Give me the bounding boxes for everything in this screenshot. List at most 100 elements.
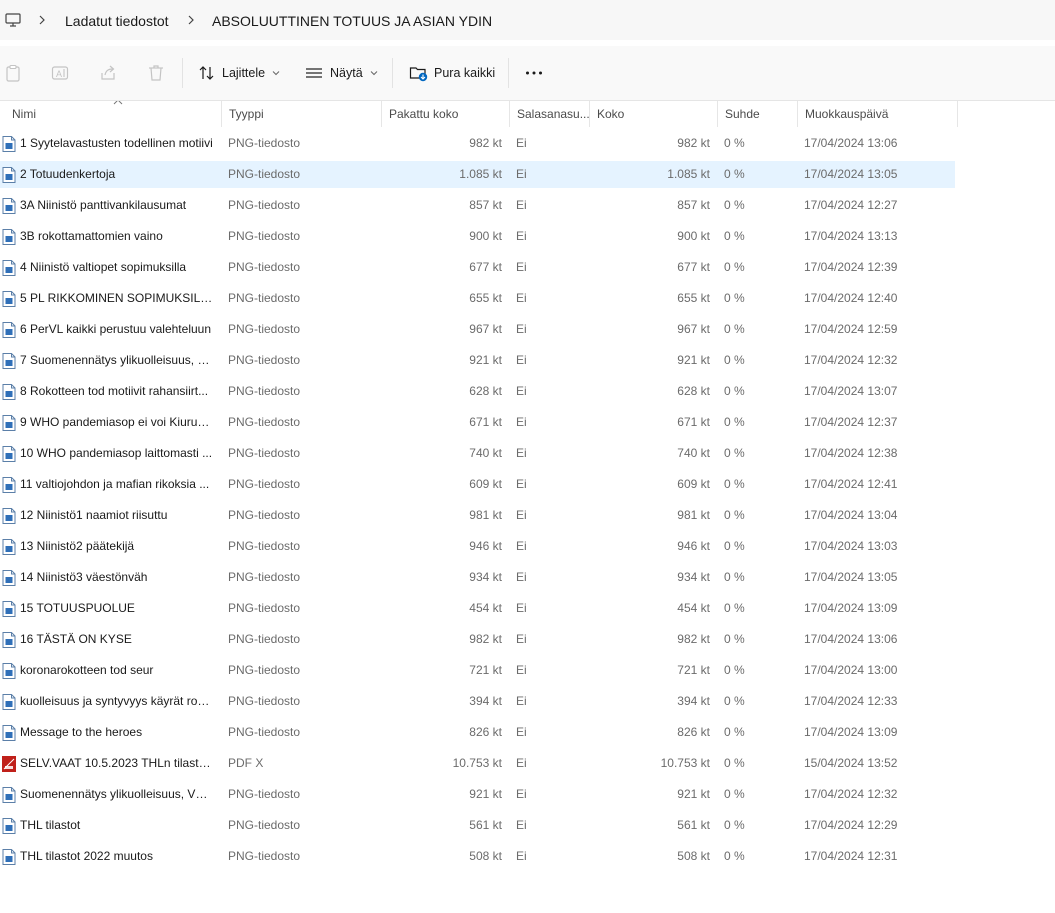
column-header-size[interactable]: Koko bbox=[590, 101, 718, 127]
chevron-right-icon bbox=[39, 15, 45, 25]
file-name: 8 Rokotteen tod motiivit rahansiirt... bbox=[20, 384, 209, 398]
file-password-protected: Ei bbox=[516, 446, 527, 460]
view-label: Näytä bbox=[330, 66, 363, 80]
file-row[interactable]: 8 Rokotteen tod motiivit rahansiirt... PN… bbox=[0, 378, 955, 405]
file-row[interactable]: koronarokotteen tod seur PNG-tiedosto 721 … bbox=[0, 657, 955, 684]
file-row[interactable]: 13 Niinistö2 päätekijä PNG-tiedosto 946 kt… bbox=[0, 533, 955, 560]
file-modified: 17/04/2024 12:39 bbox=[804, 260, 898, 274]
file-password-protected: Ei bbox=[516, 756, 527, 770]
file-size: 967 kt bbox=[677, 322, 710, 336]
file-size: 677 kt bbox=[677, 260, 710, 274]
file-size: 721 kt bbox=[677, 663, 710, 677]
file-row[interactable]: THL tilastot 2022 muutos PNG-tiedosto 508 … bbox=[0, 843, 955, 870]
file-row[interactable]: SELV.VAAT 10.5.2023 THLn tilastot ... PDF… bbox=[0, 750, 955, 777]
file-size: 826 kt bbox=[677, 725, 710, 739]
file-row[interactable]: 11 valtiojohdon ja mafian rikoksia ... PN… bbox=[0, 471, 955, 498]
file-modified: 17/04/2024 13:07 bbox=[804, 384, 898, 398]
file-row[interactable]: 9 WHO pandemiasop ei voi Kiuru+... PNG-ti… bbox=[0, 409, 955, 436]
png-file-icon bbox=[2, 136, 16, 152]
breadcrumb-item-downloads[interactable]: Ladatut tiedostot bbox=[65, 13, 169, 29]
file-modified: 17/04/2024 12:31 bbox=[804, 849, 898, 863]
file-packed-size: 921 kt bbox=[469, 353, 502, 367]
sort-button[interactable]: Lajittele bbox=[198, 64, 280, 82]
file-packed-size: 857 kt bbox=[469, 198, 502, 212]
this-pc-icon[interactable] bbox=[5, 12, 21, 28]
file-size: 982 kt bbox=[677, 632, 710, 646]
file-ratio: 0 % bbox=[724, 694, 745, 708]
file-type: PNG-tiedosto bbox=[228, 508, 301, 522]
file-ratio: 0 % bbox=[724, 570, 745, 584]
file-modified: 17/04/2024 12:33 bbox=[804, 694, 898, 708]
share-icon[interactable] bbox=[99, 64, 117, 82]
file-row[interactable]: 3B rokottamattomien vaino PNG-tiedosto 900… bbox=[0, 223, 955, 250]
file-type: PNG-tiedosto bbox=[228, 818, 301, 832]
file-password-protected: Ei bbox=[516, 570, 527, 584]
column-header-type[interactable]: Tyyppi bbox=[222, 101, 382, 127]
breadcrumb-item-current-folder[interactable]: ABSOLUUTTINEN TOTUUS JA ASIAN YDIN bbox=[212, 13, 492, 29]
file-row[interactable]: 16 TÄSTÄ ON KYSE PNG-tiedosto 982 kt Ei 982 … bbox=[0, 626, 955, 653]
file-password-protected: Ei bbox=[516, 198, 527, 212]
file-password-protected: Ei bbox=[516, 322, 527, 336]
file-row[interactable]: 4 Niinistö valtiopet sopimuksilla PNG-tie… bbox=[0, 254, 955, 281]
address-bar: Ladatut tiedostot ABSOLUUTTINEN TOTUUS J… bbox=[0, 0, 1055, 40]
file-size: 857 kt bbox=[677, 198, 710, 212]
file-row[interactable]: 3A Niinistö panttivankilausumat PNG-tiedo… bbox=[0, 192, 955, 219]
file-row[interactable]: 7 Suomenennätys ylikuolleisuus, V... PNG-… bbox=[0, 347, 955, 374]
view-list-icon bbox=[306, 68, 322, 78]
file-packed-size: 609 kt bbox=[469, 477, 502, 491]
toolbar-separator bbox=[182, 58, 183, 88]
file-row[interactable]: 6 PerVL kaikki perustuu valehteluun PNG-t… bbox=[0, 316, 955, 343]
file-password-protected: Ei bbox=[516, 694, 527, 708]
file-row[interactable]: Message to the heroes PNG-tiedosto 826 kt E… bbox=[0, 719, 955, 746]
file-row[interactable]: 5 PL RIKKOMINEN SOPIMUKSILLA PNG-tiedosto… bbox=[0, 285, 955, 312]
file-row[interactable]: 14 Niinistö3 väestönväh PNG-tiedosto 934 k… bbox=[0, 564, 955, 591]
file-password-protected: Ei bbox=[516, 477, 527, 491]
file-ratio: 0 % bbox=[724, 725, 745, 739]
file-packed-size: 982 kt bbox=[469, 632, 502, 646]
file-size: 561 kt bbox=[677, 818, 710, 832]
more-options-button[interactable] bbox=[525, 64, 543, 82]
file-size: 655 kt bbox=[677, 291, 710, 305]
file-row[interactable]: 10 WHO pandemiasop laittomasti ... PNG-ti… bbox=[0, 440, 955, 467]
file-type: PNG-tiedosto bbox=[228, 198, 301, 212]
rename-icon[interactable]: A bbox=[51, 64, 69, 82]
png-file-icon bbox=[2, 415, 16, 431]
file-row[interactable]: 12 Niinistö1 naamiot riisuttu PNG-tiedost… bbox=[0, 502, 955, 529]
column-header-ratio[interactable]: Suhde bbox=[718, 101, 798, 127]
file-modified: 17/04/2024 13:09 bbox=[804, 601, 898, 615]
file-row[interactable]: THL tilastot PNG-tiedosto 561 kt Ei 561 kt 0 … bbox=[0, 812, 955, 839]
toolbar-separator bbox=[392, 58, 393, 88]
file-ratio: 0 % bbox=[724, 415, 745, 429]
view-button[interactable]: Näytä bbox=[305, 64, 378, 82]
file-row[interactable]: 15 TOTUUSPUOLUE PNG-tiedosto 454 kt Ei 454 k… bbox=[0, 595, 955, 622]
file-size: 900 kt bbox=[677, 229, 710, 243]
file-type: PNG-tiedosto bbox=[228, 477, 301, 491]
column-header-name[interactable]: Nimi bbox=[5, 101, 222, 127]
file-ratio: 0 % bbox=[724, 260, 745, 274]
column-header-modified[interactable]: Muokkauspäivä bbox=[798, 101, 958, 127]
file-name: 4 Niinistö valtiopet sopimuksilla bbox=[20, 260, 187, 274]
file-name: 9 WHO pandemiasop ei voi Kiuru+... bbox=[20, 415, 214, 429]
file-row[interactable]: 2 Totuudenkertoja PNG-tiedosto 1.085 kt Ei 1… bbox=[0, 161, 955, 188]
file-modified: 17/04/2024 13:05 bbox=[804, 167, 898, 181]
file-ratio: 0 % bbox=[724, 353, 745, 367]
file-ratio: 0 % bbox=[724, 229, 745, 243]
file-password-protected: Ei bbox=[516, 353, 527, 367]
file-row[interactable]: Suomenennätys ylikuolleisuus, Väe... PNG-… bbox=[0, 781, 955, 808]
column-header-row: Nimi Tyyppi Pakattu koko Salasanasu... K… bbox=[0, 101, 1055, 127]
file-modified: 17/04/2024 12:38 bbox=[804, 446, 898, 460]
file-modified: 17/04/2024 13:04 bbox=[804, 508, 898, 522]
file-size: 740 kt bbox=[677, 446, 710, 460]
sort-ascending-icon bbox=[113, 101, 123, 105]
extract-all-button[interactable]: Pura kaikki bbox=[409, 64, 495, 82]
file-size: 609 kt bbox=[677, 477, 710, 491]
file-row[interactable]: 1 Syytelavastusten todellinen motiivi PNG… bbox=[0, 130, 955, 157]
column-header-packed-size[interactable]: Pakattu koko bbox=[382, 101, 510, 127]
file-size: 10.753 kt bbox=[660, 756, 710, 770]
paste-icon[interactable] bbox=[4, 64, 22, 82]
delete-icon[interactable] bbox=[147, 64, 165, 82]
file-password-protected: Ei bbox=[516, 384, 527, 398]
file-row[interactable]: kuolleisuus ja syntyvyys käyrät rok ... P… bbox=[0, 688, 955, 715]
file-password-protected: Ei bbox=[516, 291, 527, 305]
column-header-password[interactable]: Salasanasu... bbox=[510, 101, 590, 127]
